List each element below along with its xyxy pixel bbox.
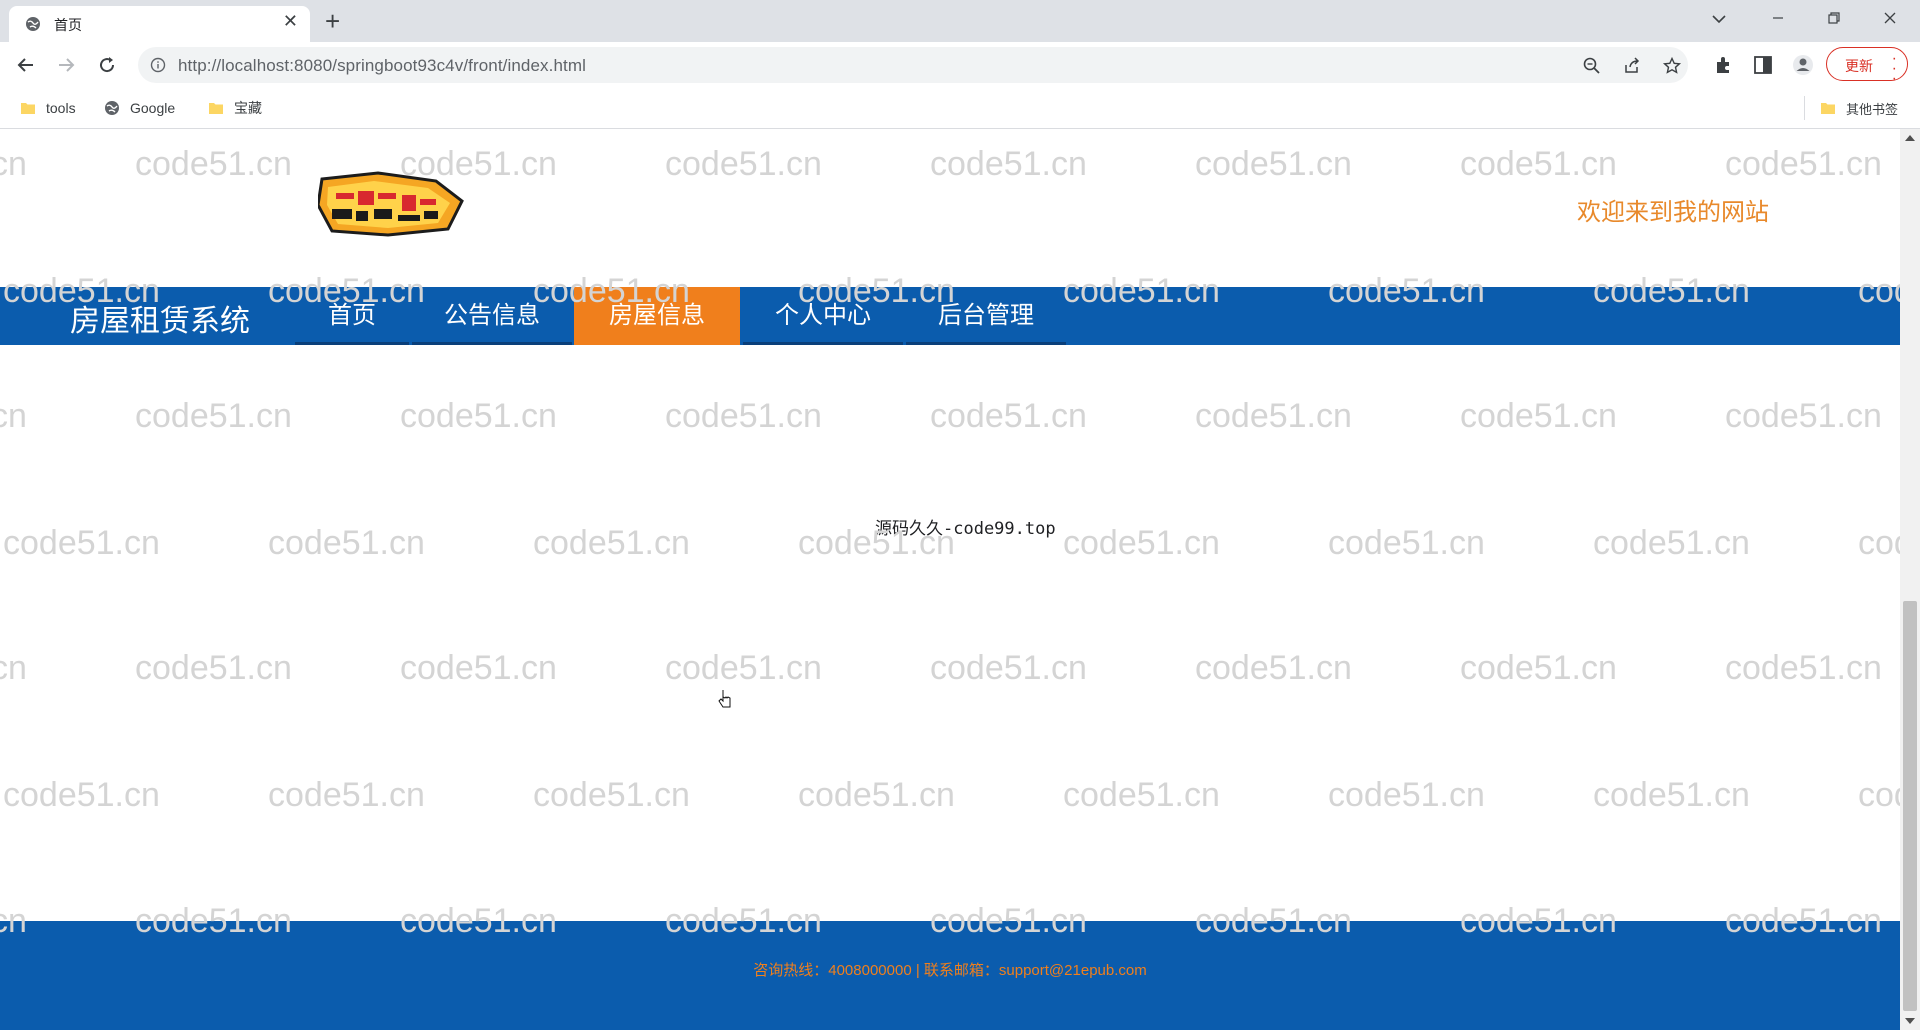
menu-dots-icon[interactable]: · · · [1892, 51, 1897, 87]
extensions-icon[interactable] [1713, 54, 1735, 76]
scrollbar-thumb[interactable] [1903, 601, 1917, 1011]
nav-item-admin[interactable]: 后台管理 [906, 287, 1066, 345]
watermark-text: code51.cn [930, 397, 1087, 435]
watermark-text: code51.cn [1328, 524, 1485, 562]
nav-item-profile[interactable]: 个人中心 [743, 287, 903, 345]
watermark-text: code51.cn [1460, 397, 1617, 435]
nav-label: 房屋信息 [609, 302, 705, 329]
main-navbar: 房屋租赁系统 首页 公告信息 房屋信息 个人中心 后台管理 [0, 287, 1900, 345]
watermark-text: code51.cn [1460, 649, 1617, 687]
watermark-text: code51.cn [1725, 397, 1882, 435]
footer-contact: 咨询热线：4008000000 | 联系邮箱：support@21epub.co… [753, 962, 1147, 979]
folder-icon [1821, 103, 1835, 114]
back-arrow-icon[interactable] [14, 53, 38, 77]
window-close-icon[interactable] [1880, 8, 1900, 28]
site-info-icon[interactable] [150, 57, 166, 73]
side-panel-icon[interactable] [1752, 54, 1774, 76]
forward-arrow-icon[interactable] [54, 53, 78, 77]
tab-title: 首页 [54, 17, 82, 33]
watermark-text: code51.cn [135, 397, 292, 435]
folder-icon [21, 103, 35, 114]
watermark-text: code51.cn [3, 776, 160, 814]
bookmark-tools[interactable]: tools [20, 97, 76, 119]
address-bar[interactable]: http://localhost:8080/springboot93c4v/fr… [138, 47, 1688, 83]
update-label: 更新 [1845, 58, 1873, 74]
nav-item-announcements[interactable]: 公告信息 [412, 287, 572, 345]
tab-close-icon[interactable]: ✕ [283, 11, 298, 32]
profile-avatar-icon[interactable] [1792, 54, 1814, 76]
nav-label: 后台管理 [938, 302, 1034, 329]
watermark-text: code51.cn [1593, 776, 1750, 814]
update-button[interactable]: 更新 · · · [1826, 47, 1908, 87]
watermark-text: code51.cn [1063, 776, 1220, 814]
nav-underline [906, 342, 1066, 345]
globe-icon [105, 101, 119, 115]
url-text: http://localhost:8080/springboot93c4v/fr… [178, 56, 586, 75]
other-bookmarks[interactable]: 其他书签 [1820, 97, 1898, 119]
nav-underline [295, 342, 409, 345]
folder-icon [209, 103, 223, 114]
nav-underline [743, 342, 903, 345]
watermark-text: code51.cn [400, 397, 557, 435]
bookmarks-bar: tools Google 宝藏 其他书签 [0, 88, 1920, 129]
nav-label: 首页 [328, 302, 376, 329]
nav-underline [412, 342, 572, 345]
watermark-text: code51.cn [400, 649, 557, 687]
watermark-text: code51.cn [1858, 524, 1900, 562]
nav-item-home[interactable]: 首页 [295, 287, 409, 345]
new-tab-button[interactable]: + [325, 4, 340, 38]
site-brand[interactable]: 房屋租赁系统 [70, 296, 250, 340]
watermark-text: code51.cn [0, 649, 27, 687]
reload-icon[interactable] [95, 53, 119, 77]
watermark-text: code51.cn [930, 649, 1087, 687]
watermark-text: code51.cn [665, 649, 822, 687]
watermark-text: code51.cn [0, 397, 27, 435]
tab-strip: 首页 ✕ + [0, 0, 1920, 42]
bookmark-label: 宝藏 [234, 100, 262, 116]
watermark-text: code51.cn [665, 397, 822, 435]
watermark-text: code51.cn [1858, 776, 1900, 814]
scroll-down-arrow-icon[interactable] [1905, 1018, 1915, 1024]
watermark-text: code51.cn [533, 524, 690, 562]
mouse-cursor-icon [718, 690, 731, 708]
minimize-icon[interactable] [1768, 8, 1788, 28]
bookmark-label: Google [130, 100, 176, 116]
bookmark-star-icon[interactable] [1662, 56, 1682, 76]
bookmarks-divider [1804, 96, 1805, 120]
nav-label: 公告信息 [444, 302, 540, 329]
nav-label: 个人中心 [775, 302, 871, 329]
watermark-text: code51.cn [3, 524, 160, 562]
watermark-text: code51.cn [1063, 524, 1220, 562]
site-footer: 咨询热线：4008000000 | 联系邮箱：support@21epub.co… [0, 921, 1900, 1030]
zoom-icon[interactable] [1582, 56, 1602, 76]
watermark-text: code51.cn [1593, 524, 1750, 562]
watermark-text: code51.cn [1195, 397, 1352, 435]
watermark-text: code51.cn [798, 776, 955, 814]
nav-item-house-info[interactable]: 房屋信息 [574, 287, 740, 345]
site-header: 欢迎来到我的网站 [0, 129, 1900, 287]
watermark-text: code51.cn [268, 524, 425, 562]
bookmark-google[interactable]: Google [104, 97, 175, 119]
bookmark-label: tools [46, 100, 76, 116]
watermark-text: code51.cn [135, 649, 292, 687]
scroll-up-arrow-icon[interactable] [1905, 135, 1915, 141]
page-viewport: 欢迎来到我的网站 房屋租赁系统 首页 公告信息 房屋信息 个人中心 后台管理 源… [0, 129, 1900, 1030]
globe-icon [26, 17, 40, 31]
page-scrollbar[interactable] [1900, 129, 1920, 1030]
welcome-text: 欢迎来到我的网站 [1577, 199, 1769, 226]
watermark-text: code51.cn [268, 776, 425, 814]
watermark-text: code51.cn [1195, 649, 1352, 687]
tab-search-icon[interactable] [1710, 10, 1728, 28]
content-text: 源码久久-code99.top [875, 519, 1056, 539]
watermark-text: code51.cn [1725, 649, 1882, 687]
watermark-text: code51.cn [533, 776, 690, 814]
site-logo[interactable] [318, 171, 466, 253]
bookmark-treasure[interactable]: 宝藏 [208, 97, 262, 119]
browser-tab[interactable]: 首页 ✕ [9, 6, 310, 42]
watermark-text: code51.cn [1328, 776, 1485, 814]
share-icon[interactable] [1622, 56, 1642, 76]
restore-icon[interactable] [1824, 8, 1844, 28]
other-bookmarks-label: 其他书签 [1846, 101, 1899, 117]
browser-toolbar: http://localhost:8080/springboot93c4v/fr… [0, 42, 1920, 88]
